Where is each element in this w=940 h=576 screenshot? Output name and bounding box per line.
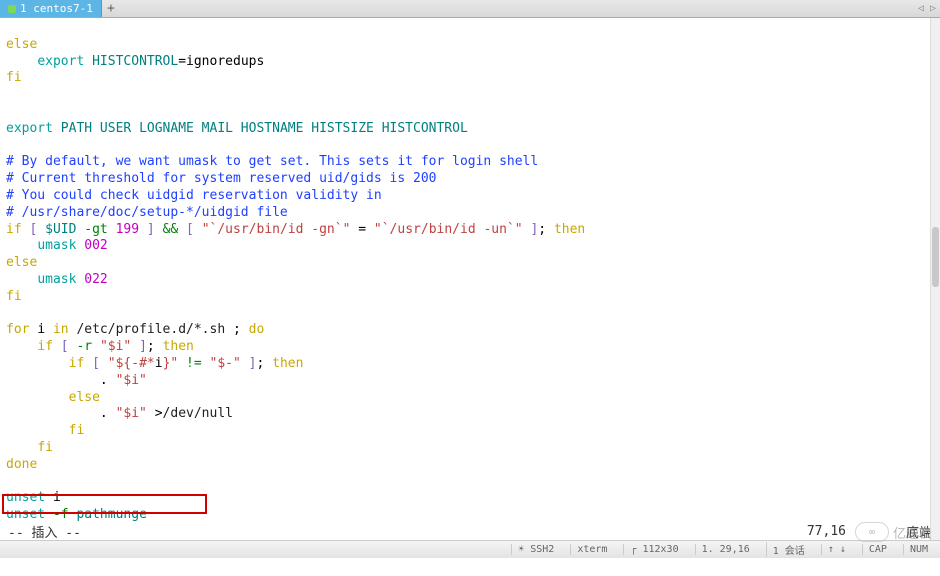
code-line: export PATH USER LOGNAME MAIL HOSTNAME H… bbox=[6, 121, 468, 136]
window-nav: ◁ ▷ bbox=[918, 0, 940, 17]
version-info: 1. 29,16 bbox=[695, 544, 756, 555]
new-tab-button[interactable]: + bbox=[102, 0, 120, 17]
code-line: if [ "${-#*i}" != "$-" ]; then bbox=[6, 356, 303, 371]
code-line: umask 022 bbox=[6, 272, 108, 287]
watermark-text: 亿速云 bbox=[893, 523, 932, 542]
vertical-scrollbar[interactable] bbox=[930, 18, 940, 540]
code-line: done bbox=[6, 457, 37, 472]
code-line: fi bbox=[6, 440, 53, 455]
vim-status-bar: -- 插入 -- 77,16 底端 bbox=[0, 522, 940, 540]
code-line: fi bbox=[6, 423, 84, 438]
terminal-editor[interactable]: else export HISTCONTROL=ignoredups fi ex… bbox=[0, 18, 940, 543]
session-count: 1 会话 bbox=[766, 542, 811, 557]
code-line: else bbox=[6, 390, 100, 405]
terminal-size: ┌ 112x30 bbox=[623, 544, 684, 555]
code-line: . "$i" bbox=[6, 373, 147, 388]
watermark: ∞ 亿速云 bbox=[855, 522, 932, 542]
tab-bar: 1 centos7-1 + ◁ ▷ bbox=[0, 0, 940, 18]
scroll-arrows-icon[interactable]: ↑ ↓ bbox=[821, 544, 852, 555]
prev-tab-icon[interactable]: ◁ bbox=[918, 3, 924, 14]
code-line: export HISTCONTROL=ignoredups bbox=[6, 54, 264, 69]
protocol-indicator: ☀ SSH2 bbox=[511, 544, 560, 555]
tab-label: 1 centos7-1 bbox=[20, 2, 93, 15]
terminal-status-bar: ☀ SSH2 xterm ┌ 112x30 1. 29,16 1 会话 ↑ ↓ … bbox=[0, 540, 940, 558]
code-line: fi bbox=[6, 70, 22, 85]
connection-status-dot bbox=[8, 5, 16, 13]
code-line: unset -f pathmunge bbox=[6, 507, 147, 522]
code-comment: # Current threshold for system reserved … bbox=[6, 171, 436, 186]
numlock-indicator: NUM bbox=[903, 544, 934, 555]
code-line: umask 002 bbox=[6, 238, 108, 253]
code-line: if [ -r "$i" ]; then bbox=[6, 339, 194, 354]
code-line: unset i bbox=[6, 490, 61, 505]
capslock-indicator: CAP bbox=[862, 544, 893, 555]
next-tab-icon[interactable]: ▷ bbox=[930, 3, 936, 14]
watermark-logo-icon: ∞ bbox=[855, 522, 889, 542]
code-comment: # You could check uidgid reservation val… bbox=[6, 188, 382, 203]
code-line: else bbox=[6, 255, 37, 270]
code-comment: # /usr/share/doc/setup-*/uidgid file bbox=[6, 205, 288, 220]
scrollbar-thumb[interactable] bbox=[932, 227, 939, 287]
code-comment: # By default, we want umask to get set. … bbox=[6, 154, 538, 169]
code-line: else bbox=[6, 37, 37, 52]
terminal-type: xterm bbox=[570, 544, 613, 555]
code-line: for i in /etc/profile.d/*.sh ; do bbox=[6, 322, 264, 337]
code-line: fi bbox=[6, 289, 22, 304]
code-line: . "$i" >/dev/null bbox=[6, 406, 233, 421]
code-line: if [ $UID -gt 199 ] && [ "`/usr/bin/id -… bbox=[6, 222, 585, 237]
tab-active[interactable]: 1 centos7-1 bbox=[0, 0, 102, 17]
vim-mode: -- 插入 -- bbox=[8, 522, 81, 541]
cursor-position: 77,16 bbox=[807, 524, 846, 539]
